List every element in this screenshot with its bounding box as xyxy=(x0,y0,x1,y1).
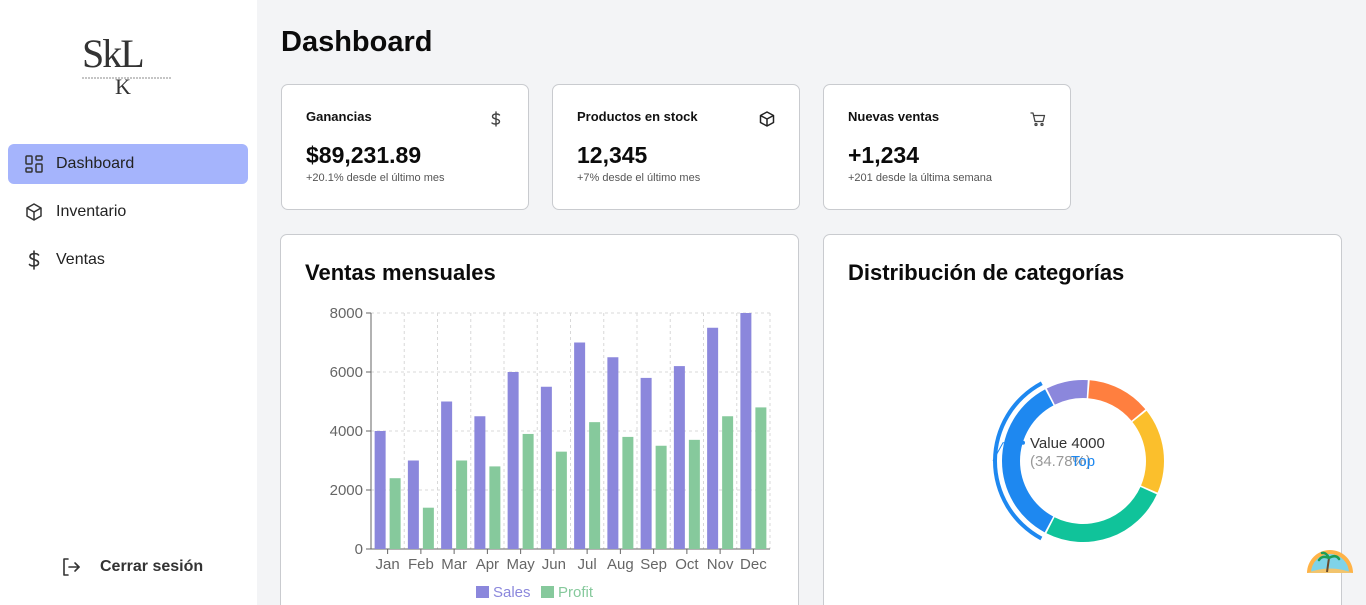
x-tick-label: Mar xyxy=(441,556,467,573)
bar-sales xyxy=(740,313,752,549)
bar-sales xyxy=(574,342,586,549)
donut-slice xyxy=(1088,380,1146,421)
y-tick-label: 4000 xyxy=(330,423,363,440)
bar-profit xyxy=(589,422,601,549)
cart-icon xyxy=(1030,111,1046,127)
bar-profit xyxy=(722,416,734,549)
bar-sales xyxy=(474,416,486,549)
bar-profit xyxy=(522,433,534,549)
box-icon xyxy=(759,111,775,127)
bar-sales xyxy=(707,327,719,549)
x-tick-label: Sep xyxy=(640,556,667,573)
sidebar-item-label: Dashboard xyxy=(56,155,135,172)
donut-center-label: Top xyxy=(1071,453,1095,470)
bar-profit xyxy=(755,407,767,549)
dollar-icon xyxy=(488,111,504,127)
x-tick-label: Aug xyxy=(607,556,634,573)
stat-value: +1,234 xyxy=(848,142,919,168)
stat-card-ventas: Nuevas ventas +1,234 +201 desde la últim… xyxy=(823,84,1071,210)
box-icon xyxy=(24,202,44,222)
bar-sales xyxy=(540,386,552,549)
bar-sales xyxy=(407,460,419,549)
sidebar-item-dashboard[interactable]: Dashboard xyxy=(8,144,248,184)
stat-card-productos: Productos en stock 12,345 +7% desde el ú… xyxy=(552,84,800,210)
donut-slice xyxy=(1046,380,1088,405)
y-tick-label: 6000 xyxy=(330,364,363,381)
stat-value: 12,345 xyxy=(577,142,648,168)
legend-label: Sales xyxy=(493,584,531,601)
stat-label: Nuevas ventas xyxy=(848,109,940,124)
x-tick-label: Jan xyxy=(376,556,400,573)
stat-card-ganancias: Ganancias $89,231.89 +20.1% desde el últ… xyxy=(281,84,529,210)
donut-slice xyxy=(1132,410,1164,493)
bar-profit xyxy=(655,445,667,549)
legend-item-profit: Profit xyxy=(541,584,594,601)
bar-chart: 0 2000 4000 6000 8000 Jan Feb Mar Apr May Jun Jul Au… xyxy=(330,305,771,601)
legend-swatch xyxy=(476,586,489,598)
donut-chart: Value 4000(34.78%)Top xyxy=(992,380,1164,542)
legend-label: Profit xyxy=(558,584,594,601)
bar-sales xyxy=(640,377,652,549)
legend-item-sales: Sales xyxy=(476,584,531,601)
logo-mark: K xyxy=(82,74,172,99)
bar-sales xyxy=(441,401,453,549)
bar-profit xyxy=(622,436,634,549)
y-tick-label: 8000 xyxy=(330,305,363,322)
pie-chart-panel: Distribución de categorías Value 4000 (34… xyxy=(823,234,1342,605)
bar-chart-panel: Ventas mensuales 0 2000 4000 6000 8000 Jan Feb… xyxy=(280,234,799,605)
sidebar-item-label: Inventario xyxy=(56,203,127,220)
stat-change: +201 desde la última semana xyxy=(848,172,993,184)
bar-profit xyxy=(555,451,567,549)
bar-sales xyxy=(374,431,386,549)
bar-profit xyxy=(456,460,468,549)
logout-icon xyxy=(60,556,82,578)
x-tick-label: Nov xyxy=(707,556,734,573)
donut-slice xyxy=(1046,486,1157,542)
x-tick-label: Feb xyxy=(408,556,434,573)
sidebar-item-inventario[interactable]: Inventario xyxy=(8,192,248,232)
label-leader-dot xyxy=(1021,440,1026,445)
dollar-icon xyxy=(24,250,44,270)
y-tick-label: 0 xyxy=(355,541,363,558)
page-title: Dashboard xyxy=(281,26,433,58)
x-tick-label: Jun xyxy=(542,556,566,573)
logout-label: Cerrar sesión xyxy=(100,558,204,575)
y-tick-label: 2000 xyxy=(330,482,363,499)
bar-profit xyxy=(489,466,501,549)
x-tick-label: Apr xyxy=(476,556,499,573)
bar-profit xyxy=(389,478,401,549)
stat-label: Ganancias xyxy=(306,109,372,124)
legend-swatch xyxy=(541,586,554,598)
bar-profit xyxy=(422,507,434,549)
x-tick-label: Jul xyxy=(578,556,597,573)
beach-widget-icon[interactable] xyxy=(1305,544,1355,574)
sidebar-item-ventas[interactable]: Ventas xyxy=(8,240,248,280)
sidebar-item-label: Ventas xyxy=(56,251,105,268)
dashboard-icon xyxy=(24,154,44,174)
logout-button[interactable]: Cerrar sesión xyxy=(60,556,203,578)
stat-change: +20.1% desde el último mes xyxy=(306,172,445,184)
sidebar: SkL K Dashboard Inventario Ventas Cerrar… xyxy=(0,0,257,605)
svg-text:K: K xyxy=(115,74,131,99)
x-tick-label: Oct xyxy=(675,556,699,573)
x-tick-label: May xyxy=(506,556,535,573)
stat-label: Productos en stock xyxy=(577,109,698,124)
bar-sales xyxy=(673,366,685,549)
stat-change: +7% desde el último mes xyxy=(577,172,701,184)
slice-value-label: Value 4000 xyxy=(1030,435,1105,452)
x-tick-label: Dec xyxy=(740,556,767,573)
bar-profit xyxy=(688,439,700,549)
stat-value: $89,231.89 xyxy=(306,142,422,168)
logo: SkL K xyxy=(80,30,180,102)
bar-sales xyxy=(507,372,519,549)
bar-sales xyxy=(607,357,619,549)
